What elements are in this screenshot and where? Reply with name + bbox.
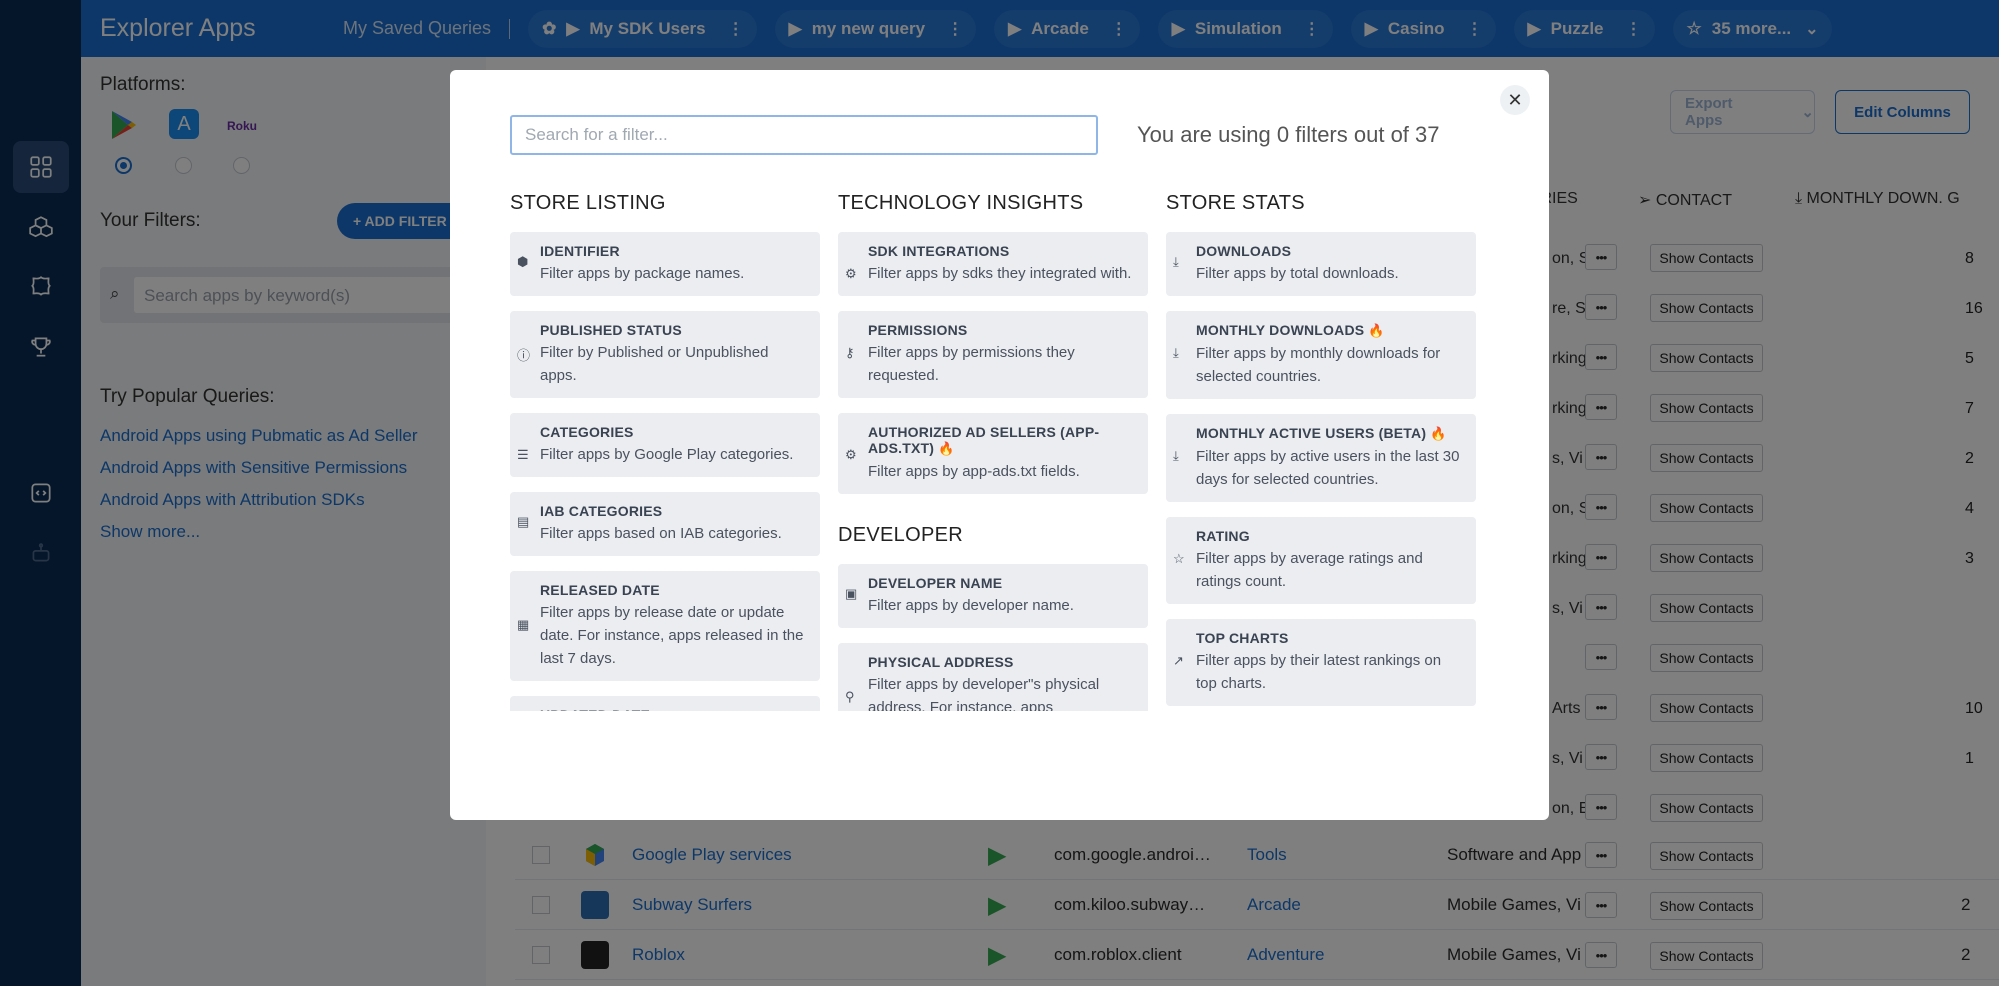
filter-card-desc: Filter apps by monthly downloads for sel… <box>1196 345 1441 385</box>
filter-card-title: RELEASED DATE <box>540 582 660 598</box>
filter-card-released-date[interactable]: ▦ RELEASED DATE Filter apps by release d… <box>510 571 820 681</box>
filter-card-title: PHYSICAL ADDRESS <box>868 654 1014 670</box>
list-icon: ☰ <box>517 447 529 462</box>
filter-card-physical-address[interactable]: ⚲ PHYSICAL ADDRESS Filter apps by develo… <box>838 643 1148 716</box>
filter-card-desc: Filter apps by developer"s physical addr… <box>868 676 1100 716</box>
filter-card-title-text: AUTHORIZED AD SELLERS (APP-ADS.TXT) <box>868 424 1100 456</box>
line-chart-icon: ↗ <box>1173 653 1184 668</box>
filter-card-title: CATEGORIES <box>540 424 634 440</box>
download-icon: ⤓ <box>1173 448 1179 463</box>
section-title: STORE LISTING <box>510 192 666 214</box>
section-title: STORE STATS <box>1166 192 1305 214</box>
filter-card-desc: Filter apps by total downloads. <box>1196 265 1399 282</box>
filter-card-title: SDK INTEGRATIONS <box>868 243 1010 259</box>
filter-card-title: IAB CATEGORIES <box>540 503 663 519</box>
gear-icon: ⚙ <box>845 266 857 281</box>
filter-card-title: DEVELOPER NAME <box>868 575 1003 591</box>
close-icon[interactable]: ✕ <box>1500 85 1530 115</box>
filter-card-monthly-downloads[interactable]: ⤓ MONTHLY DOWNLOADS 🔥 Filter apps by mon… <box>1166 311 1476 399</box>
filter-card-title: PERMISSIONS <box>868 322 968 338</box>
map-pin-icon: ⚲ <box>845 689 855 704</box>
filter-card-desc: Filter apps based on IAB categories. <box>540 525 782 542</box>
filter-card-title: PUBLISHED STATUS <box>540 322 682 338</box>
store-listing-column: STORE LISTING ⬢ IDENTIFIER Filter apps b… <box>510 180 820 749</box>
key-icon: ⚷ <box>845 345 855 360</box>
star-half-icon: ☆ <box>1173 551 1185 566</box>
filter-card-monthly-active-users[interactable]: ⤓ MONTHLY ACTIVE USERS (BETA) 🔥 Filter a… <box>1166 414 1476 502</box>
filter-card-desc: Filter apps by developer name. <box>868 597 1074 614</box>
filter-card-title-text: MONTHLY DOWNLOADS <box>1196 322 1365 338</box>
filter-card-top-charts[interactable]: ↗ TOP CHARTS Filter apps by their latest… <box>1166 619 1476 706</box>
hot-fire-icon: 🔥 <box>938 441 955 456</box>
filter-usage-text: You are using 0 filters out of 37 <box>1137 122 1440 147</box>
download-icon: ⤓ <box>1173 254 1179 269</box>
filter-card-permissions[interactable]: ⚷ PERMISSIONS Filter apps by permissions… <box>838 311 1148 398</box>
filter-card-desc: Filter apps by sdks they integrated with… <box>868 265 1132 282</box>
table-icon: ▤ <box>517 514 530 529</box>
hot-fire-icon: 🔥 <box>1430 426 1447 441</box>
technology-column: TECHNOLOGY INSIGHTS ⚙ SDK INTEGRATIONS F… <box>838 180 1148 716</box>
filter-card-sdk-integrations[interactable]: ⚙ SDK INTEGRATIONS Filter apps by sdks t… <box>838 232 1148 296</box>
filter-card-updated-date[interactable]: UPDATED DATE <box>510 696 820 749</box>
download-icon: ⤓ <box>1173 345 1179 360</box>
filter-card-published-status[interactable]: ⓘ PUBLISHED STATUS Filter by Published o… <box>510 311 820 398</box>
filter-card-desc: Filter apps by active users in the last … <box>1196 448 1460 488</box>
filter-card-desc: Filter apps by package names. <box>540 265 745 282</box>
info-icon: ⓘ <box>517 348 531 363</box>
filter-list[interactable]: STORE LISTING ⬢ IDENTIFIER Filter apps b… <box>510 180 1500 824</box>
filter-card-desc: Filter by Published or Unpublished apps. <box>540 344 769 384</box>
hot-fire-icon: 🔥 <box>1368 323 1385 338</box>
filter-card-title: UPDATED DATE <box>540 707 650 723</box>
filter-card-title: MONTHLY ACTIVE USERS (BETA) 🔥 <box>1196 425 1464 442</box>
section-title: MONETIZATION <box>1166 732 1320 754</box>
filter-card-downloads[interactable]: ⤓ DOWNLOADS Filter apps by total downloa… <box>1166 232 1476 296</box>
filter-card-title: MONTHLY DOWNLOADS 🔥 <box>1196 322 1464 339</box>
section-title: DEVELOPER <box>838 524 963 546</box>
filter-card-title: IDENTIFIER <box>540 243 620 259</box>
filter-card-desc: Filter apps by average ratings and ratin… <box>1196 550 1423 590</box>
cube-icon: ⬢ <box>517 254 529 269</box>
filter-card-iab-categories[interactable]: ▤ IAB CATEGORIES Filter apps based on IA… <box>510 492 820 556</box>
filter-card-identifier[interactable]: ⬢ IDENTIFIER Filter apps by package name… <box>510 232 820 296</box>
filter-card-desc: Filter apps by their latest rankings on … <box>1196 652 1442 692</box>
id-card-icon: ▣ <box>845 586 858 601</box>
filter-card-title-text: MONTHLY ACTIVE USERS (BETA) <box>1196 425 1427 441</box>
filter-card-ad-sellers[interactable]: ⚙ AUTHORIZED AD SELLERS (APP-ADS.TXT) 🔥 … <box>838 413 1148 494</box>
calendar-icon: ▦ <box>517 617 530 632</box>
filter-card-desc: Filter apps by permissions they requeste… <box>868 344 1075 384</box>
filter-card-desc <box>540 726 808 749</box>
filter-card-title: AUTHORIZED AD SELLERS (APP-ADS.TXT) 🔥 <box>868 424 1136 457</box>
filter-card-desc: Filter apps by app-ads.txt fields. <box>868 463 1080 480</box>
gear-icon: ⚙ <box>845 447 857 462</box>
filter-card-title: DOWNLOADS <box>1196 243 1292 259</box>
filter-card-desc: Filter apps by Google Play categories. <box>540 446 794 463</box>
filter-picker-modal: ✕ Search for a filter... You are using 0… <box>450 70 1549 820</box>
store-stats-column: STORE STATS ⤓ DOWNLOADS Filter apps by t… <box>1166 180 1476 754</box>
filter-card-rating[interactable]: ☆ RATING Filter apps by average ratings … <box>1166 517 1476 604</box>
filter-card-developer-name[interactable]: ▣ DEVELOPER NAME Filter apps by develope… <box>838 564 1148 628</box>
filter-card-desc: Filter apps by release date or update da… <box>540 604 804 667</box>
filter-card-categories[interactable]: ☰ CATEGORIES Filter apps by Google Play … <box>510 413 820 477</box>
filter-search-input[interactable]: Search for a filter... <box>510 115 1098 155</box>
filter-card-title: TOP CHARTS <box>1196 630 1289 646</box>
section-title: TECHNOLOGY INSIGHTS <box>838 192 1084 214</box>
filter-card-title: RATING <box>1196 528 1250 544</box>
